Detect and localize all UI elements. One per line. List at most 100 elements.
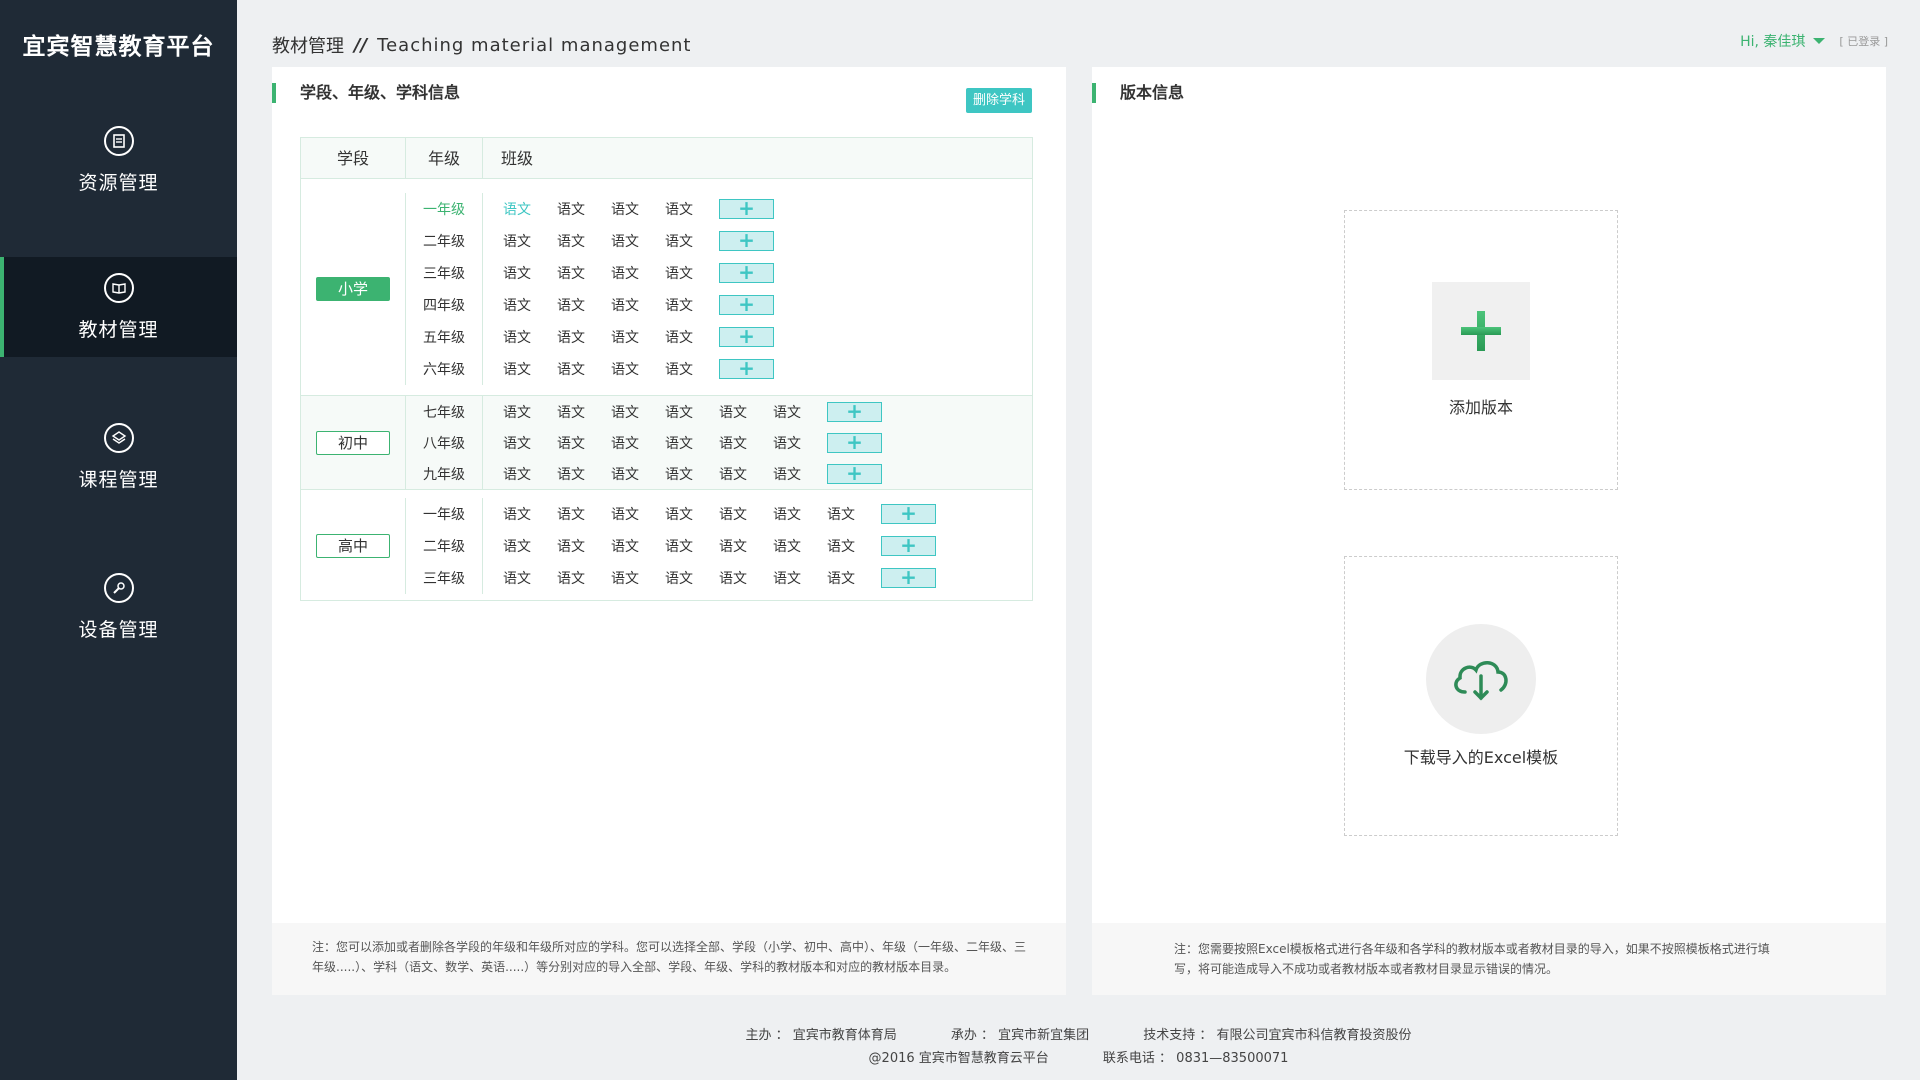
subject-item[interactable]: 语文 [557, 295, 611, 315]
subject-item[interactable]: 语文 [611, 199, 665, 219]
subject-item[interactable]: 语文 [773, 402, 827, 422]
subject-item[interactable]: 语文 [665, 504, 719, 524]
subject-item[interactable]: 语文 [719, 504, 773, 524]
subject-item[interactable]: 语文 [665, 402, 719, 422]
subject-item[interactable]: 语文 [611, 295, 665, 315]
subject-item[interactable]: 语文 [503, 263, 557, 283]
subject-item[interactable]: 语文 [557, 231, 611, 251]
add-subject-button[interactable]: + [827, 463, 882, 484]
subject-item[interactable]: 语文 [557, 504, 611, 524]
subject-item[interactable]: 语文 [665, 199, 719, 219]
grade-item[interactable]: 一年级 [406, 498, 482, 530]
grade-item[interactable]: 二年级 [406, 530, 482, 562]
subject-item[interactable]: 语文 [611, 433, 665, 453]
sidebar-item-devices[interactable]: 设备管理 [0, 557, 237, 657]
subject-item[interactable]: 语文 [611, 327, 665, 347]
subject-item[interactable]: 语文 [503, 199, 557, 219]
stage-badge[interactable]: 高中 [316, 534, 390, 558]
subject-item[interactable]: 语文 [503, 464, 557, 484]
grade-item[interactable]: 二年级 [406, 225, 482, 257]
subject-item[interactable]: 语文 [773, 433, 827, 453]
subject-item[interactable]: 语文 [557, 263, 611, 283]
subject-item[interactable]: 语文 [557, 464, 611, 484]
subject-item[interactable]: 语文 [773, 464, 827, 484]
subject-item[interactable]: 语文 [503, 504, 557, 524]
grade-item[interactable]: 六年级 [406, 353, 482, 385]
subject-item[interactable]: 语文 [503, 295, 557, 315]
subject-item[interactable]: 语文 [557, 433, 611, 453]
subject-item[interactable]: 语文 [665, 359, 719, 379]
subject-item[interactable]: 语文 [719, 433, 773, 453]
add-subject-button[interactable]: + [719, 230, 774, 251]
add-subject-button[interactable]: + [719, 198, 774, 219]
add-subject-button[interactable]: + [827, 432, 882, 453]
subject-item[interactable]: 语文 [503, 402, 557, 422]
sidebar-item-courses[interactable]: 课程管理 [0, 407, 237, 507]
subject-item[interactable]: 语文 [611, 536, 665, 556]
subject-item[interactable]: 语文 [665, 327, 719, 347]
subject-item[interactable]: 语文 [503, 231, 557, 251]
subject-item[interactable]: 语文 [557, 327, 611, 347]
subject-item[interactable]: 语文 [665, 536, 719, 556]
subject-item[interactable]: 语文 [557, 359, 611, 379]
subject-item[interactable]: 语文 [503, 568, 557, 588]
add-subject-button[interactable]: + [719, 294, 774, 315]
subject-item[interactable]: 语文 [665, 433, 719, 453]
stage-badge[interactable]: 初中 [316, 430, 390, 455]
add-subject-button[interactable]: + [881, 567, 936, 588]
add-subject-button[interactable]: + [881, 503, 936, 524]
subject-item[interactable]: 语文 [611, 402, 665, 422]
subject-item[interactable]: 语文 [557, 402, 611, 422]
add-subject-button[interactable]: + [827, 401, 882, 422]
subject-item[interactable]: 语文 [665, 568, 719, 588]
subject-item[interactable]: 语文 [503, 536, 557, 556]
cloud-download-icon[interactable] [1426, 624, 1536, 734]
subject-item[interactable]: 语文 [773, 536, 827, 556]
grade-item[interactable]: 九年级 [406, 458, 482, 489]
stage-badge[interactable]: 小学 [316, 277, 390, 301]
subject-item[interactable]: 语文 [827, 536, 881, 556]
subject-item[interactable]: 语文 [665, 231, 719, 251]
add-version-button[interactable] [1432, 282, 1530, 380]
subject-item[interactable]: 语文 [503, 359, 557, 379]
grade-item[interactable]: 三年级 [406, 562, 482, 594]
subject-item[interactable]: 语文 [665, 263, 719, 283]
subject-item[interactable]: 语文 [611, 359, 665, 379]
subject-item[interactable]: 语文 [557, 568, 611, 588]
grade-item[interactable]: 五年级 [406, 321, 482, 353]
subject-item[interactable]: 语文 [665, 464, 719, 484]
subject-item[interactable]: 语文 [719, 568, 773, 588]
subject-item[interactable]: 语文 [611, 568, 665, 588]
subject-item[interactable]: 语文 [719, 464, 773, 484]
subject-item[interactable]: 语文 [773, 504, 827, 524]
add-subject-button[interactable]: + [719, 326, 774, 347]
user-menu[interactable]: Hi, 秦佳琪 [1740, 31, 1826, 51]
sidebar-item-resources[interactable]: 资源管理 [0, 110, 237, 210]
subject-item[interactable]: 语文 [611, 231, 665, 251]
subject-item[interactable]: 语文 [503, 433, 557, 453]
add-subject-button[interactable]: + [719, 262, 774, 283]
subject-item[interactable]: 语文 [611, 464, 665, 484]
subject-item[interactable]: 语文 [719, 402, 773, 422]
delete-subject-button[interactable]: 删除学科 [965, 88, 1032, 113]
sidebar-item-textbooks[interactable]: 教材管理 [0, 257, 237, 357]
grade-item[interactable]: 八年级 [406, 427, 482, 458]
add-version-box[interactable]: 添加版本 [1344, 210, 1618, 490]
subject-item[interactable]: 语文 [773, 568, 827, 588]
add-subject-button[interactable]: + [881, 535, 936, 556]
subject-item[interactable]: 语文 [503, 327, 557, 347]
grade-item[interactable]: 七年级 [406, 396, 482, 427]
subject-item[interactable]: 语文 [611, 263, 665, 283]
subject-item[interactable]: 语文 [665, 295, 719, 315]
add-subject-button[interactable]: + [719, 358, 774, 379]
subject-item[interactable]: 语文 [827, 504, 881, 524]
download-template-box[interactable]: 下载导入的Excel模板 [1344, 556, 1618, 836]
subject-item[interactable]: 语文 [557, 536, 611, 556]
grade-item[interactable]: 一年级 [406, 193, 482, 225]
subject-item[interactable]: 语文 [827, 568, 881, 588]
subject-item[interactable]: 语文 [557, 199, 611, 219]
grade-item[interactable]: 四年级 [406, 289, 482, 321]
subject-item[interactable]: 语文 [719, 536, 773, 556]
subject-item[interactable]: 语文 [611, 504, 665, 524]
grade-item[interactable]: 三年级 [406, 257, 482, 289]
